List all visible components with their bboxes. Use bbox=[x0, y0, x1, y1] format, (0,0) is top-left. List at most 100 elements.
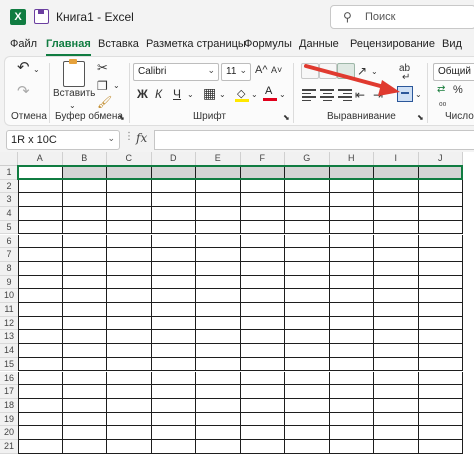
row-header-13[interactable]: 13 bbox=[0, 330, 19, 345]
cell-i20[interactable] bbox=[374, 426, 419, 440]
cell-i7[interactable] bbox=[374, 248, 419, 262]
cell-c6[interactable] bbox=[107, 234, 152, 249]
align-bottom-button[interactable] bbox=[337, 63, 355, 79]
cell-b20[interactable] bbox=[62, 426, 107, 440]
cell-h11[interactable] bbox=[329, 303, 374, 317]
cell-a7[interactable] bbox=[18, 248, 63, 262]
cell-h19[interactable] bbox=[329, 412, 374, 427]
copy-dropdown-icon[interactable]: ⌄ bbox=[113, 79, 120, 93]
cell-f3[interactable] bbox=[240, 193, 285, 208]
cell-h2[interactable] bbox=[329, 179, 374, 194]
cell-d21[interactable] bbox=[151, 440, 196, 454]
column-header-b[interactable]: B bbox=[62, 152, 107, 166]
tab-formulas[interactable]: Формулы bbox=[244, 38, 292, 50]
bold-button[interactable]: Ж bbox=[137, 87, 148, 101]
cell-h5[interactable] bbox=[329, 220, 374, 235]
cell-c5[interactable] bbox=[107, 220, 152, 235]
cell-e16[interactable] bbox=[196, 371, 241, 386]
font-launcher-icon[interactable]: ⬊ bbox=[283, 111, 290, 125]
cell-j17[interactable] bbox=[418, 385, 463, 399]
cell-h21[interactable] bbox=[329, 440, 374, 454]
cell-f4[interactable] bbox=[240, 207, 285, 221]
cell-a11[interactable] bbox=[18, 303, 63, 317]
borders-dropdown-icon[interactable]: ⌄ bbox=[219, 88, 226, 102]
cell-d2[interactable] bbox=[151, 179, 196, 194]
cell-a19[interactable] bbox=[18, 412, 63, 427]
cell-d12[interactable] bbox=[151, 316, 196, 331]
column-header-i[interactable]: I bbox=[374, 152, 419, 166]
cell-j12[interactable] bbox=[418, 316, 463, 331]
fill-dropdown-icon[interactable]: ⌄ bbox=[251, 88, 258, 102]
cell-e18[interactable] bbox=[196, 398, 241, 413]
cell-d8[interactable] bbox=[151, 261, 196, 276]
cell-e17[interactable] bbox=[196, 385, 241, 399]
cell-i18[interactable] bbox=[374, 398, 419, 413]
cell-h18[interactable] bbox=[329, 398, 374, 413]
cell-b14[interactable] bbox=[62, 344, 107, 358]
cell-g8[interactable] bbox=[285, 261, 330, 276]
cell-e12[interactable] bbox=[196, 316, 241, 331]
cell-i3[interactable] bbox=[374, 193, 419, 208]
cell-b6[interactable] bbox=[62, 234, 107, 249]
row-header-3[interactable]: 3 bbox=[0, 193, 19, 208]
cell-j19[interactable] bbox=[418, 412, 463, 427]
cell-j2[interactable] bbox=[418, 179, 463, 194]
cell-g16[interactable] bbox=[285, 371, 330, 386]
cell-g12[interactable] bbox=[285, 316, 330, 331]
decrease-indent-icon[interactable]: ⇤ bbox=[355, 88, 365, 102]
cell-f12[interactable] bbox=[240, 316, 285, 331]
undo-icon[interactable]: ↶ bbox=[17, 60, 30, 75]
cell-f13[interactable] bbox=[240, 330, 285, 345]
cell-b18[interactable] bbox=[62, 398, 107, 413]
row-header-19[interactable]: 19 bbox=[0, 412, 19, 427]
tab-view[interactable]: Вид bbox=[442, 38, 462, 50]
cell-g1[interactable] bbox=[285, 166, 330, 180]
cell-e14[interactable] bbox=[196, 344, 241, 358]
cell-f9[interactable] bbox=[240, 275, 285, 290]
cell-c9[interactable] bbox=[107, 275, 152, 290]
cell-a21[interactable] bbox=[18, 440, 63, 454]
cell-g3[interactable] bbox=[285, 193, 330, 208]
cell-i1[interactable] bbox=[374, 166, 419, 180]
cell-b16[interactable] bbox=[62, 371, 107, 386]
tab-data[interactable]: Данные bbox=[299, 38, 339, 50]
row-header-16[interactable]: 16 bbox=[0, 371, 19, 386]
cell-j1[interactable] bbox=[418, 166, 463, 180]
row-header-1[interactable]: 1 bbox=[0, 166, 19, 180]
cell-f15[interactable] bbox=[240, 357, 285, 372]
search-box[interactable]: ⚲ Поиск bbox=[330, 5, 474, 29]
cell-c19[interactable] bbox=[107, 412, 152, 427]
row-header-8[interactable]: 8 bbox=[0, 261, 19, 276]
cell-g2[interactable] bbox=[285, 179, 330, 194]
cell-b1[interactable] bbox=[62, 166, 107, 180]
cell-h17[interactable] bbox=[329, 385, 374, 399]
cell-e19[interactable] bbox=[196, 412, 241, 427]
row-header-9[interactable]: 9 bbox=[0, 275, 19, 290]
cell-i14[interactable] bbox=[374, 344, 419, 358]
cell-d14[interactable] bbox=[151, 344, 196, 358]
cell-g20[interactable] bbox=[285, 426, 330, 440]
cell-f16[interactable] bbox=[240, 371, 285, 386]
cell-d13[interactable] bbox=[151, 330, 196, 345]
cell-i10[interactable] bbox=[374, 289, 419, 303]
cell-g17[interactable] bbox=[285, 385, 330, 399]
row-header-10[interactable]: 10 bbox=[0, 289, 19, 303]
cell-j9[interactable] bbox=[418, 275, 463, 290]
row-header-21[interactable]: 21 bbox=[0, 440, 19, 454]
cell-i15[interactable] bbox=[374, 357, 419, 372]
formula-input[interactable] bbox=[154, 130, 474, 150]
cell-g9[interactable] bbox=[285, 275, 330, 290]
cell-e8[interactable] bbox=[196, 261, 241, 276]
cell-b7[interactable] bbox=[62, 248, 107, 262]
cell-c13[interactable] bbox=[107, 330, 152, 345]
percent-format-button[interactable]: % bbox=[453, 83, 463, 97]
font-color-icon[interactable]: А bbox=[263, 85, 277, 101]
row-header-14[interactable]: 14 bbox=[0, 344, 19, 358]
cell-h8[interactable] bbox=[329, 261, 374, 276]
cell-f6[interactable] bbox=[240, 234, 285, 249]
font-color-dropdown-icon[interactable]: ⌄ bbox=[279, 88, 286, 102]
cell-h7[interactable] bbox=[329, 248, 374, 262]
grow-font-icon[interactable]: A^ bbox=[255, 63, 268, 77]
copy-icon[interactable]: ❐ bbox=[97, 79, 108, 93]
cell-c21[interactable] bbox=[107, 440, 152, 454]
